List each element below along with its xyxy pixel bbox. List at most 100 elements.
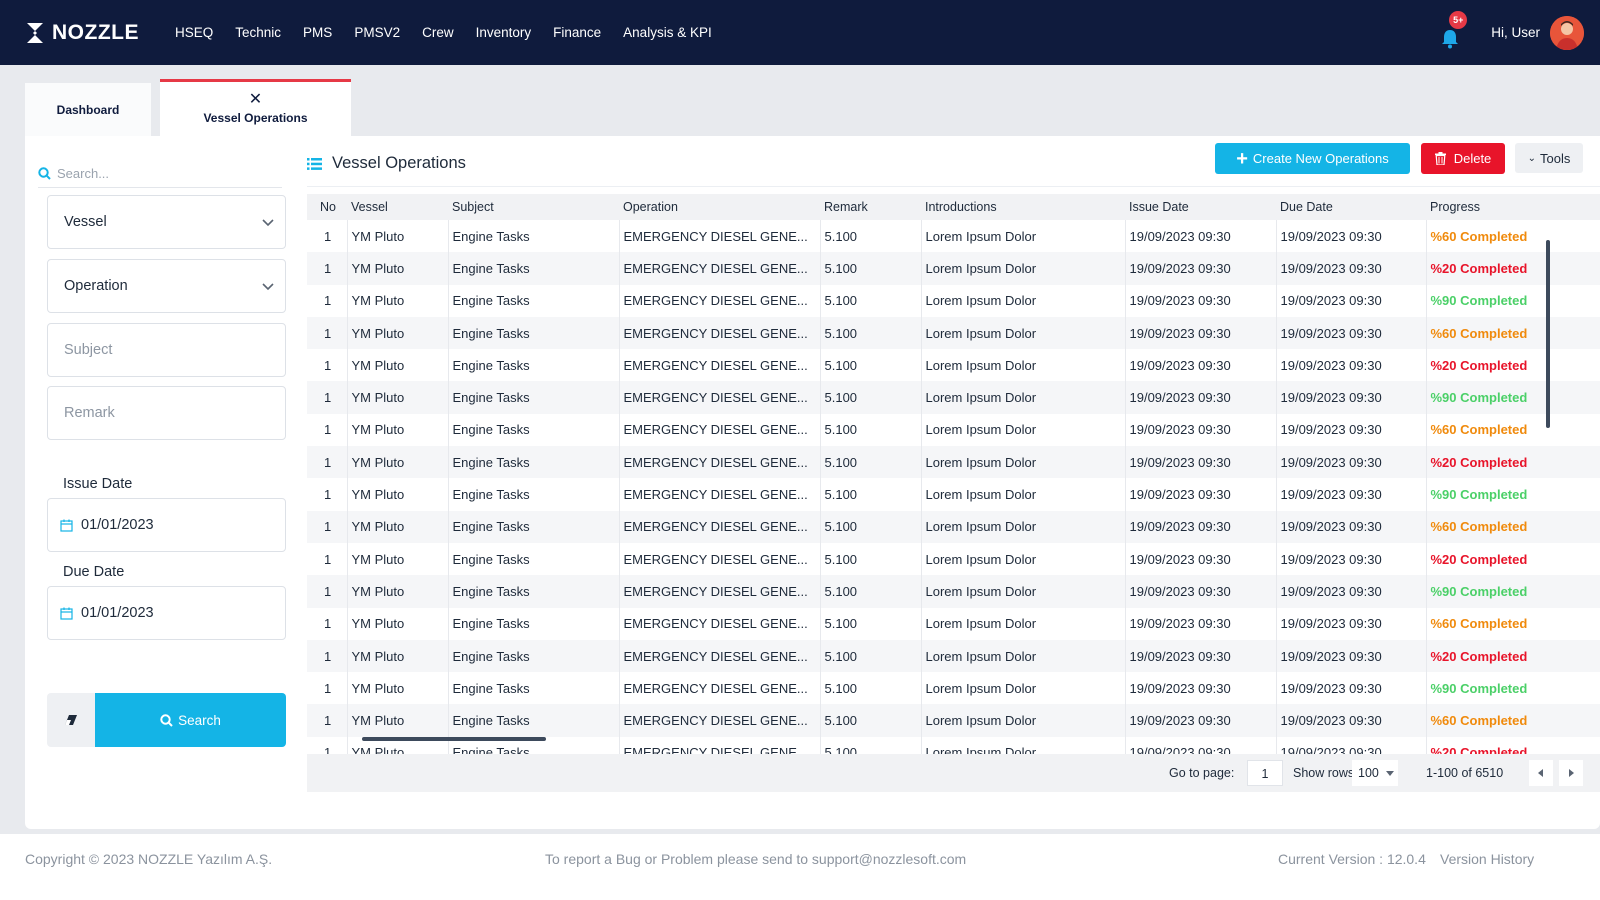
- tab-dashboard[interactable]: Dashboard: [25, 83, 151, 136]
- tab-vessel-operations[interactable]: ✕ Vessel Operations: [160, 79, 351, 136]
- page-number-input[interactable]: 1: [1247, 760, 1283, 786]
- next-page-button[interactable]: [1559, 760, 1583, 786]
- horizontal-scrollbar[interactable]: [362, 737, 546, 741]
- chevron-down-icon: [262, 283, 274, 291]
- column-header-remark[interactable]: Remark: [820, 194, 921, 220]
- cell-due-date: 19/09/2023 09:30: [1276, 672, 1427, 705]
- table-row[interactable]: 1 YM Pluto Engine Tasks EMERGENCY DIESEL GE…: [307, 349, 1600, 382]
- table-row[interactable]: 1 YM Pluto Engine Tasks EMERGENCY DIESEL GE…: [307, 381, 1600, 414]
- table-row[interactable]: 1 YM Pluto Engine Tasks EMERGENCY DIESEL GE…: [307, 446, 1600, 479]
- column-header-vessel[interactable]: Vessel: [347, 194, 448, 220]
- cell-introductions: Lorem Ipsum Dolor: [921, 704, 1126, 737]
- nav-item-hseq[interactable]: HSEQ: [175, 25, 213, 40]
- previous-page-button[interactable]: [1529, 760, 1553, 786]
- cell-subject: Engine Tasks: [448, 381, 620, 414]
- divider: [307, 186, 1600, 187]
- brand-logo[interactable]: NOZZLE: [26, 21, 139, 45]
- search-icon: [160, 713, 173, 727]
- calendar-icon: [60, 607, 73, 620]
- cell-due-date: 19/09/2023 09:30: [1276, 446, 1427, 479]
- cell-due-date: 19/09/2023 09:30: [1276, 316, 1427, 350]
- remark-input[interactable]: Remark: [47, 386, 286, 440]
- cell-due-date: 19/09/2023 09:30: [1276, 413, 1427, 447]
- cell-remark: 5.100: [820, 639, 922, 673]
- chevron-down-icon: ⌄: [1527, 152, 1537, 164]
- bug-report-text[interactable]: To report a Bug or Problem please send t…: [545, 851, 966, 867]
- trash-icon: [1434, 152, 1446, 165]
- nav-item-inventory[interactable]: Inventory: [476, 25, 532, 40]
- delete-button-label: Delete: [1453, 151, 1492, 166]
- table-row[interactable]: 1 YM Pluto Engine Tasks EMERGENCY DIESEL GE…: [307, 284, 1600, 317]
- column-header-due-date[interactable]: Due Date: [1276, 194, 1426, 220]
- delete-button[interactable]: Delete: [1421, 143, 1505, 174]
- column-header-no[interactable]: No: [307, 194, 347, 220]
- table-row[interactable]: 1 YM Pluto Engine Tasks EMERGENCY DIESEL GE…: [307, 672, 1600, 705]
- due-date-input[interactable]: 01/01/2023: [47, 586, 286, 640]
- cell-subject: Engine Tasks: [448, 542, 620, 576]
- notifications-button[interactable]: 5+: [1441, 10, 1468, 48]
- cell-introductions: Lorem Ipsum Dolor: [921, 639, 1126, 673]
- issue-date-value: 01/01/2023: [81, 517, 154, 533]
- table-row[interactable]: 1 YM Pluto Engine Tasks EMERGENCY DIESEL GE…: [307, 316, 1600, 350]
- table-row[interactable]: 1 YM Pluto Engine Tasks EMERGENCY DIESEL GE…: [307, 252, 1600, 285]
- cell-introductions: Lorem Ipsum Dolor: [921, 736, 1126, 754]
- create-operation-button[interactable]: + Create New Operations: [1215, 143, 1410, 174]
- column-header-progress[interactable]: Progress: [1426, 194, 1600, 220]
- caret-right-icon: [1569, 769, 1574, 777]
- cell-progress: %20 Completed: [1426, 349, 1600, 382]
- version-history-link[interactable]: Version History: [1440, 851, 1534, 867]
- user-area: 5+ Hi, User: [1441, 0, 1584, 65]
- clear-filters-button[interactable]: [47, 693, 95, 747]
- vertical-scrollbar[interactable]: [1546, 240, 1550, 428]
- column-header-subject[interactable]: Subject: [448, 194, 619, 220]
- table-row[interactable]: 1 YM Pluto Engine Tasks EMERGENCY DIESEL GE…: [307, 413, 1600, 447]
- subject-input[interactable]: Subject: [47, 323, 286, 377]
- table-row[interactable]: 1 YM Pluto Engine Tasks EMERGENCY DIESEL GE…: [307, 220, 1600, 253]
- cell-operation: EMERGENCY DIESEL GENE...: [619, 736, 821, 754]
- search-button[interactable]: Search: [95, 693, 286, 747]
- nav-item-pmsv2[interactable]: PMSV2: [354, 25, 400, 40]
- cell-no: 1: [307, 575, 348, 608]
- column-header-introductions[interactable]: Introductions: [921, 194, 1125, 220]
- avatar[interactable]: [1550, 15, 1584, 50]
- cell-progress: %20 Completed: [1426, 446, 1600, 479]
- nav-item-pms[interactable]: PMS: [303, 25, 332, 40]
- nav-item-finance[interactable]: Finance: [553, 25, 601, 40]
- cell-subject: Engine Tasks: [448, 478, 620, 511]
- chevron-down-icon: [262, 219, 274, 227]
- rows-per-page-select[interactable]: 100: [1352, 760, 1398, 786]
- due-date-value: 01/01/2023: [81, 605, 154, 621]
- table-row[interactable]: 1 YM Pluto Engine Tasks EMERGENCY DIESEL GE…: [307, 510, 1600, 543]
- cell-no: 1: [307, 639, 348, 673]
- nav-item-technic[interactable]: Technic: [235, 25, 281, 40]
- cell-vessel: YM Pluto: [347, 639, 449, 673]
- filter-search-input[interactable]: Search...: [38, 160, 282, 188]
- column-header-issue-date[interactable]: Issue Date: [1125, 194, 1276, 220]
- table-row[interactable]: 1 YM Pluto Engine Tasks EMERGENCY DIESEL GE…: [307, 542, 1600, 576]
- column-header-operation[interactable]: Operation: [619, 194, 820, 220]
- cell-operation: EMERGENCY DIESEL GENE...: [619, 607, 821, 640]
- cell-issue-date: 19/09/2023 09:30: [1125, 639, 1277, 673]
- cell-introductions: Lorem Ipsum Dolor: [921, 349, 1126, 382]
- cell-introductions: Lorem Ipsum Dolor: [921, 413, 1126, 447]
- cell-vessel: YM Pluto: [347, 510, 449, 543]
- table-row[interactable]: 1 YM Pluto Engine Tasks EMERGENCY DIESEL GE…: [307, 639, 1600, 673]
- cell-subject: Engine Tasks: [448, 672, 620, 705]
- vessel-select[interactable]: Vessel: [47, 195, 286, 249]
- table-row[interactable]: 1 YM Pluto Engine Tasks EMERGENCY DIESEL GE…: [307, 704, 1600, 737]
- create-operation-label: Create New Operations: [1252, 151, 1389, 166]
- cell-due-date: 19/09/2023 09:30: [1276, 478, 1427, 511]
- tools-dropdown-button[interactable]: ⌄ Tools: [1515, 143, 1583, 173]
- operation-select[interactable]: Operation: [47, 259, 286, 313]
- close-icon[interactable]: ✕: [249, 92, 262, 108]
- table-row[interactable]: 1 YM Pluto Engine Tasks EMERGENCY DIESEL GE…: [307, 478, 1600, 511]
- caret-left-icon: [1538, 769, 1543, 777]
- nav-item-crew[interactable]: Crew: [422, 25, 454, 40]
- cell-remark: 5.100: [820, 381, 922, 414]
- cell-progress: %60 Completed: [1426, 704, 1600, 737]
- table-row[interactable]: 1 YM Pluto Engine Tasks EMERGENCY DIESEL GE…: [307, 607, 1600, 640]
- table-row[interactable]: 1 YM Pluto Engine Tasks EMERGENCY DIESEL GE…: [307, 575, 1600, 608]
- issue-date-input[interactable]: 01/01/2023: [47, 498, 286, 552]
- nav-item-analysis-kpi[interactable]: Analysis & KPI: [623, 25, 712, 40]
- cell-vessel: YM Pluto: [347, 349, 449, 382]
